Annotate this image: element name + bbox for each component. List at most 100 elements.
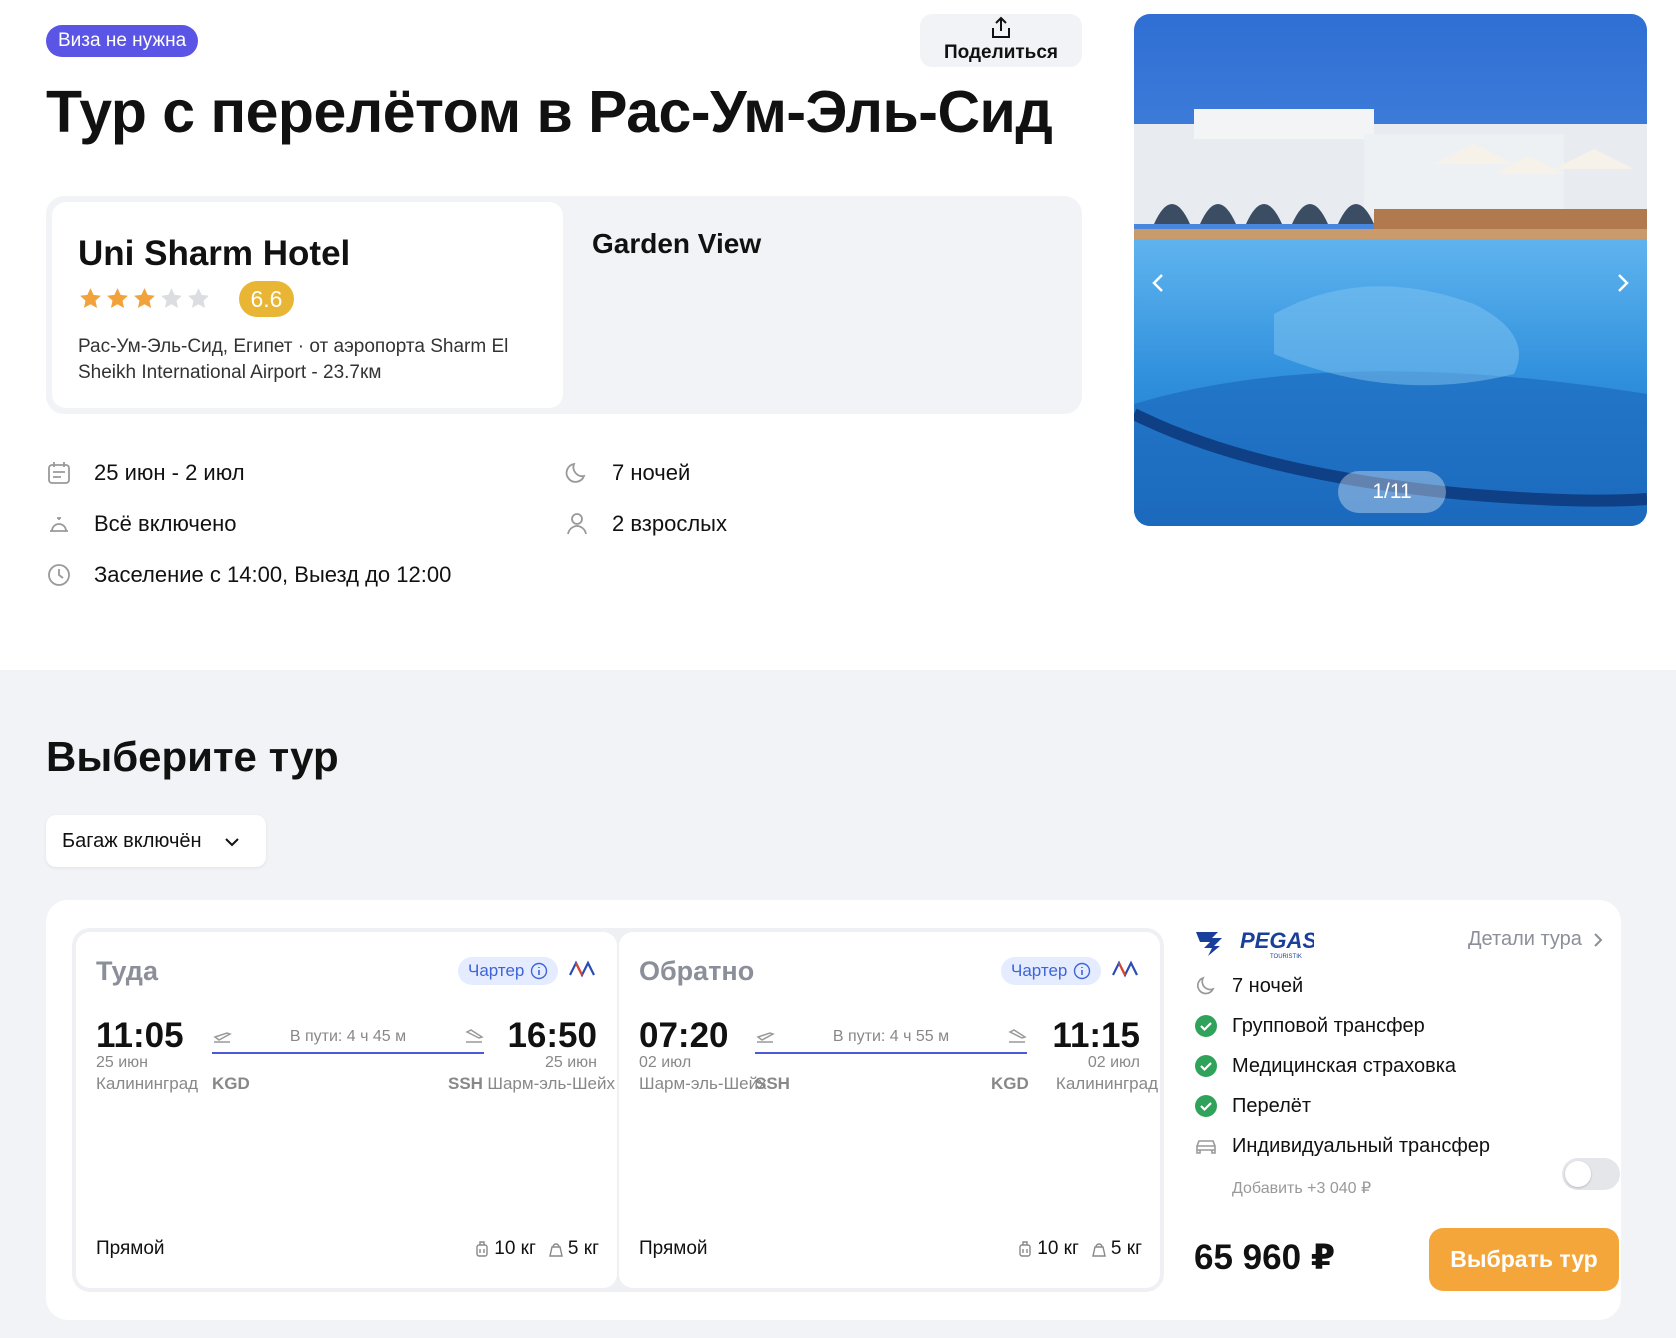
hotel-location: Рас-Ум-Эль-Сид, Египет · от аэропорта Sh… (78, 336, 509, 383)
route-line (755, 1052, 1027, 1054)
included-item-label: Групповой трансфер (1232, 1014, 1425, 1037)
departure-iata: KGD (212, 1074, 250, 1093)
handbag-icon (1092, 1243, 1106, 1257)
page-title: Тур с перелётом в Рас-Ум-Эль-Сид (46, 79, 1053, 145)
addon-label: Индивидуальный трансфер (1232, 1134, 1491, 1157)
included-item: Медицинская страховка (1194, 1054, 1456, 1078)
car-icon (1196, 1140, 1216, 1154)
select-tour-button[interactable]: Выбрать тур (1429, 1228, 1619, 1291)
rating-badge: 6.6 (239, 281, 294, 317)
luggage-icon (1019, 1241, 1031, 1257)
arrival-iata: SSH (448, 1074, 483, 1093)
flight-type: Прямой (96, 1238, 165, 1259)
departure-city: Калининград (96, 1074, 199, 1093)
handbag-icon (549, 1243, 563, 1257)
tour-offer-card: Туда Чартер 11:05 25 июн Калининград В п… (46, 900, 1621, 1320)
hotel-pool-photo (1134, 14, 1647, 526)
flight-return: Обратно Чартер 07:20 02 июл Шарм-эль-Шей… (619, 932, 1160, 1288)
arrival-city: Калининград (1055, 1074, 1158, 1093)
section-title-choose-tour: Выберите тур (46, 733, 339, 780)
included-item: Групповой трансфер (1194, 1014, 1425, 1038)
info-icon (1074, 962, 1091, 980)
offer-summary: PEGAS TOURISTIK Детали тура 7 ночей Груп… (1194, 900, 1620, 1320)
arrival-iata: KGD (991, 1074, 1029, 1093)
room-name: Garden View (592, 228, 762, 259)
departure-time: 11:05 (96, 1016, 184, 1055)
tour-header-section: Виза не нужна Поделиться Тур с перелётом… (0, 0, 1676, 670)
included-item-label: Перелёт (1232, 1094, 1312, 1117)
departure-time: 07:20 (639, 1016, 729, 1055)
gallery-prev-icon[interactable] (1144, 268, 1174, 298)
departure-date: 25 июн (96, 1054, 149, 1071)
departure-date: 02 июл (639, 1054, 692, 1071)
fact-meals: Всё включено (46, 506, 237, 542)
tour-details-link[interactable]: Детали тура (1468, 928, 1604, 951)
dates-text: 25 июн - 2 июл (94, 460, 245, 485)
addon-transfer-toggle[interactable] (1562, 1158, 1620, 1190)
handluggage-weight: 5 кг (1110, 1238, 1142, 1259)
hotel-name[interactable]: Uni Sharm Hotel (78, 234, 350, 274)
gallery-counter: 1/11 (1338, 471, 1446, 513)
charter-badge[interactable]: Чартер (1001, 957, 1102, 985)
handluggage-weight: 5 кг (567, 1238, 599, 1259)
star-empty-icon (188, 288, 209, 308)
hotel-photo-gallery[interactable]: 1/11 (1134, 14, 1647, 526)
operator-name: PEGAS (1240, 928, 1314, 953)
flight-route: В пути: 4 ч 55 м (755, 1022, 1027, 1062)
person-icon (567, 513, 587, 535)
arrival-time: 11:15 (1052, 1016, 1140, 1055)
visa-badge: Виза не нужна (46, 25, 199, 57)
hotel-stars (78, 286, 211, 311)
check-circle-icon (1195, 1015, 1217, 1037)
moon-icon (565, 462, 586, 483)
chevron-down-icon (225, 838, 239, 847)
gallery-next-icon[interactable] (1607, 268, 1637, 298)
charter-badge[interactable]: Чартер (458, 957, 559, 985)
arrival-time: 16:50 (507, 1016, 597, 1055)
chevron-right-icon (1594, 932, 1603, 947)
moon-icon (1197, 976, 1215, 995)
route-line (212, 1052, 484, 1054)
share-icon (992, 16, 1010, 38)
charter-label: Чартер (1011, 961, 1068, 980)
arrival-date: 02 июл (1087, 1054, 1140, 1071)
flight-type: Прямой (639, 1238, 708, 1259)
check-circle-icon (1195, 1055, 1217, 1077)
share-button[interactable]: Поделиться (920, 14, 1082, 67)
included-item-label: Медицинская страховка (1232, 1054, 1457, 1077)
airline-logo-icon (569, 960, 595, 978)
luggage-icon (476, 1241, 488, 1257)
tour-price: 65 960 ₽ (1194, 1238, 1336, 1277)
departure-city: Шарм-эль-Шейх (639, 1074, 767, 1093)
baggage-weight: 10 кг (494, 1238, 536, 1259)
hotel-card[interactable]: Uni Sharm Hotel 6.6 Рас-Ум-Эль-Сид, Егип… (52, 202, 563, 408)
tour-facts: 25 июн - 2 июл 7 ночей Всё включено 2 вз… (46, 455, 1082, 615)
baggage-info: 10 кг 5 кг (1017, 1238, 1142, 1260)
meals-text: Всё включено (94, 511, 237, 536)
addon-price: Добавить +3 040 ₽ (1232, 1180, 1372, 1197)
charter-label: Чартер (468, 961, 525, 980)
hotel-info-box: Uni Sharm Hotel 6.6 Рас-Ум-Эль-Сид, Егип… (46, 196, 1082, 414)
flight-group: Туда Чартер 11:05 25 июн Калининград В п… (72, 928, 1164, 1292)
share-label: Поделиться (943, 42, 1059, 63)
baggage-info: 10 кг 5 кг (474, 1238, 599, 1260)
flight-outbound: Туда Чартер 11:05 25 июн Калининград В п… (76, 932, 617, 1288)
airline-logo-icon (1112, 960, 1138, 978)
operator-sub: TOURISTIK (1270, 954, 1302, 960)
flight-route: В пути: 4 ч 45 м (212, 1022, 484, 1062)
baggage-filter-dropdown[interactable]: Багаж включён (46, 815, 266, 867)
landing-icon (1008, 1029, 1027, 1043)
details-link-label: Детали тура (1468, 928, 1582, 950)
departure-iata: SSH (755, 1074, 790, 1093)
fact-checkin: Заселение с 14:00, Выезд до 12:00 (46, 557, 451, 593)
included-item: Перелёт (1194, 1094, 1311, 1118)
baggage-weight: 10 кг (1037, 1238, 1079, 1259)
flight-direction: Туда (96, 956, 158, 986)
landing-icon (465, 1029, 484, 1043)
fact-guests: 2 взрослых (564, 506, 727, 542)
guests-text: 2 взрослых (612, 511, 727, 536)
summary-nights: 7 ночей (1194, 974, 1303, 998)
summary-nights-text: 7 ночей (1232, 974, 1304, 997)
checkin-text: Заселение с 14:00, Выезд до 12:00 (94, 562, 452, 587)
flight-duration: В пути: 4 ч 55 м (832, 1028, 950, 1045)
